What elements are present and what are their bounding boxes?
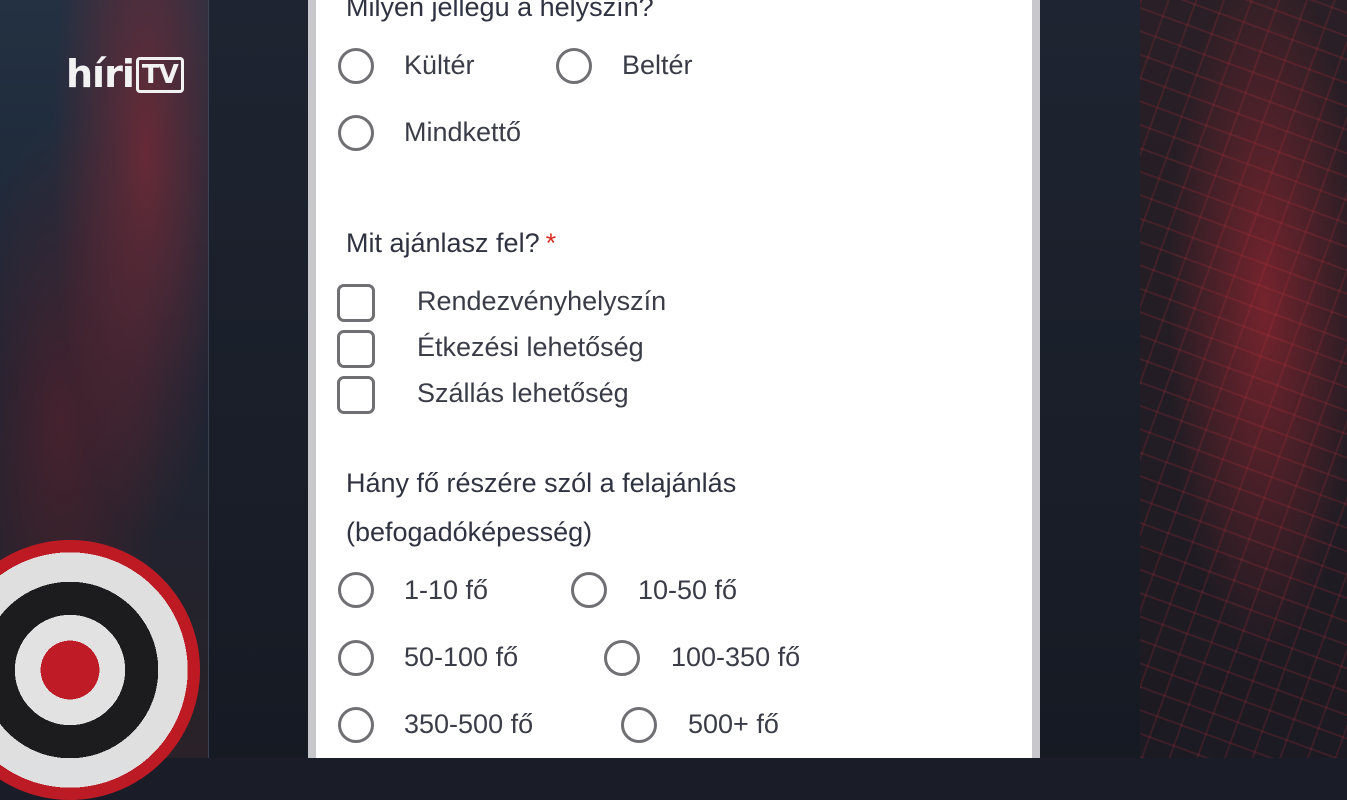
option-label-belter: Beltér — [622, 50, 693, 80]
option-label-500-plus: 500+ fő — [688, 709, 779, 739]
question-offer: Mit ajánlasz fel? * — [346, 228, 557, 258]
radio-1-10[interactable] — [338, 572, 374, 608]
radio-kulter[interactable] — [338, 48, 374, 84]
question-location-type: Milyen jellegű a helyszín? — [346, 0, 654, 22]
radio-500-plus[interactable] — [621, 707, 657, 743]
option-label-szallas: Szállás lehetőség — [417, 378, 629, 408]
required-asterisk: * — [545, 228, 557, 258]
question-capacity-line2: (befogadóképesség) — [346, 517, 593, 547]
question-capacity-line1: Hány fő részére szól a felajánlás — [346, 468, 737, 498]
radio-100-350[interactable] — [604, 640, 640, 676]
right-background — [1140, 0, 1347, 758]
option-label-100-350: 100-350 fő — [671, 642, 801, 672]
option-label-kulter: Kültér — [404, 50, 475, 80]
hirtv-logo: híri TV — [66, 52, 184, 96]
target-graphic — [0, 540, 200, 800]
left-gutter — [208, 0, 309, 758]
radio-10-50[interactable] — [571, 572, 607, 608]
option-label-1-10: 1-10 fő — [404, 575, 489, 605]
option-label-10-50: 10-50 fő — [638, 575, 738, 605]
option-label-rendezvenyhelyszin: Rendezvényhelyszín — [417, 286, 667, 316]
checkbox-etkezes[interactable] — [337, 330, 375, 368]
checkbox-szallas[interactable] — [337, 376, 375, 414]
radio-50-100[interactable] — [338, 640, 374, 676]
option-label-etkezes: Étkezési lehetőség — [417, 332, 644, 362]
form-panel: Milyen jellegű a helyszín? Kültér Beltér… — [308, 0, 1040, 758]
option-label-50-100: 50-100 fő — [404, 642, 519, 672]
checkbox-rendezvenyhelyszin[interactable] — [337, 284, 375, 322]
radio-mindketto[interactable] — [338, 115, 374, 151]
option-label-350-500: 350-500 fő — [404, 709, 534, 739]
right-gutter — [1040, 0, 1141, 758]
left-background: híri TV — [0, 0, 208, 800]
option-label-mindketto: Mindkettő — [404, 117, 522, 147]
radio-350-500[interactable] — [338, 707, 374, 743]
radio-belter[interactable] — [556, 48, 592, 84]
